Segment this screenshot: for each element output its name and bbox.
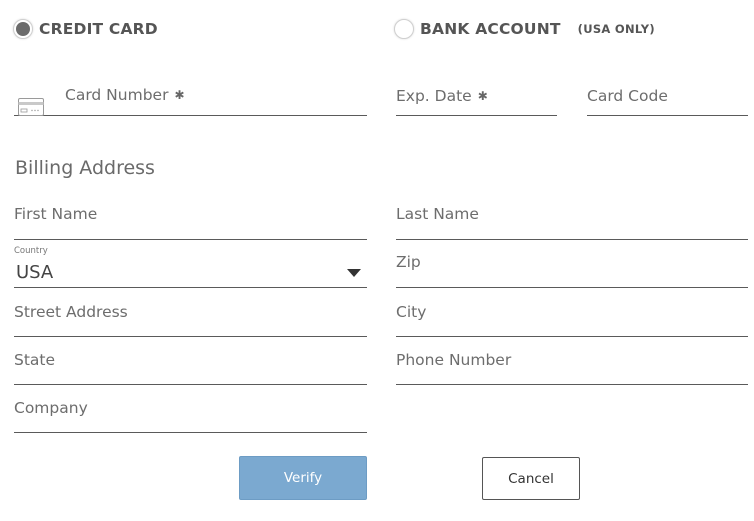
- chevron-down-icon[interactable]: [347, 269, 361, 277]
- street-address-field[interactable]: Street Address: [14, 292, 367, 337]
- exp-date-placeholder: Exp. Date: [396, 87, 472, 105]
- bank-account-note: (USA ONLY): [577, 22, 655, 36]
- last-name-field[interactable]: Last Name: [396, 196, 748, 240]
- card-code-field[interactable]: Card Code: [587, 76, 748, 116]
- company-placeholder: Company: [14, 399, 88, 417]
- city-field[interactable]: City: [396, 292, 748, 337]
- zip-placeholder: Zip: [396, 253, 421, 271]
- street-address-placeholder: Street Address: [14, 303, 128, 321]
- first-name-placeholder: First Name: [14, 205, 98, 223]
- cancel-button[interactable]: Cancel: [482, 457, 580, 500]
- card-number-placeholder: Card Number: [65, 86, 169, 104]
- phone-number-placeholder: Phone Number: [396, 351, 512, 369]
- billing-address-title: Billing Address: [15, 157, 155, 179]
- verify-button[interactable]: Verify: [239, 456, 367, 500]
- bank-account-option[interactable]: BANK ACCOUNT (USA ONLY): [394, 19, 655, 39]
- country-select[interactable]: Country USA: [14, 242, 367, 288]
- last-name-placeholder: Last Name: [396, 205, 479, 223]
- required-marker: ✱: [174, 88, 185, 102]
- state-placeholder: State: [14, 351, 56, 369]
- phone-number-field[interactable]: Phone Number: [396, 340, 748, 385]
- bank-account-label: BANK ACCOUNT: [420, 20, 561, 38]
- first-name-field[interactable]: First Name: [14, 196, 367, 240]
- city-placeholder: City: [396, 303, 427, 321]
- zip-field[interactable]: Zip: [396, 242, 748, 288]
- country-value: USA: [16, 262, 54, 283]
- card-code-placeholder: Card Code: [587, 87, 668, 105]
- company-field[interactable]: Company: [14, 388, 367, 433]
- card-number-field[interactable]: Card Number ✱: [14, 76, 367, 116]
- credit-card-label: CREDIT CARD: [39, 20, 158, 38]
- exp-date-field[interactable]: Exp. Date ✱: [396, 76, 557, 116]
- state-field[interactable]: State: [14, 340, 367, 385]
- required-marker: ✱: [477, 89, 488, 103]
- country-label: Country: [14, 246, 48, 256]
- credit-card-radio[interactable]: [13, 19, 33, 39]
- credit-card-icon: [18, 98, 44, 116]
- bank-account-radio[interactable]: [394, 19, 414, 39]
- credit-card-option[interactable]: CREDIT CARD: [13, 19, 158, 39]
